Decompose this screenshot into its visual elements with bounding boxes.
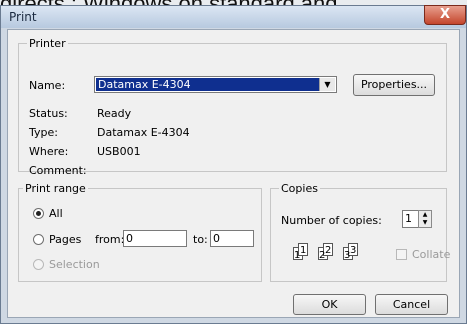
dialog-client-area: Printer Name: Datamax E-4304 ▼ Propertie… — [7, 29, 460, 318]
radio-selection[interactable] — [33, 259, 44, 270]
printer-name-select[interactable]: Datamax E-4304 ▼ — [94, 76, 337, 93]
properties-button[interactable]: Properties... — [353, 74, 435, 96]
printer-group: Printer Name: Datamax E-4304 ▼ Propertie… — [18, 37, 447, 177]
copies-spinner[interactable]: ▲ ▼ — [418, 210, 432, 228]
where-value: USB001 — [97, 145, 141, 158]
close-icon: X — [439, 7, 451, 22]
radio-all[interactable] — [33, 208, 44, 219]
ok-button[interactable]: OK — [293, 294, 366, 315]
where-label: Where: — [29, 145, 69, 158]
dialog-title: Print — [9, 10, 37, 24]
status-value: Ready — [97, 107, 132, 120]
title-bar: Print X — [1, 5, 466, 28]
collate-checkbox[interactable] — [396, 249, 407, 260]
to-input[interactable]: 0 — [210, 230, 254, 247]
type-label: Type: — [29, 126, 58, 139]
from-input[interactable]: 0 — [123, 230, 187, 247]
radio-selection-label[interactable]: Selection — [49, 258, 100, 271]
print-dialog: Print X Printer Name: Datamax E-4304 ▼ P… — [0, 5, 467, 324]
collate-label[interactable]: Collate — [412, 248, 450, 261]
from-label: from: — [95, 233, 125, 246]
to-label: to: — [193, 233, 208, 246]
spin-down-icon[interactable]: ▼ — [419, 219, 431, 227]
copies-group-label: Copies — [279, 182, 320, 195]
cancel-button[interactable]: Cancel — [375, 294, 448, 315]
spin-up-icon[interactable]: ▲ — [419, 211, 431, 219]
printer-group-label: Printer — [27, 37, 68, 50]
radio-pages-label[interactable]: Pages — [49, 233, 81, 246]
printer-name-value: Datamax E-4304 — [96, 78, 319, 91]
name-label: Name: — [29, 79, 66, 92]
status-label: Status: — [29, 107, 68, 120]
print-range-group-label: Print range — [23, 182, 88, 195]
comment-label: Comment: — [29, 164, 87, 177]
chevron-down-icon[interactable]: ▼ — [319, 78, 335, 91]
print-range-group: Print range All Pages from: 0 to: 0 Sele… — [18, 182, 262, 282]
number-of-copies-label: Number of copies: — [281, 214, 382, 227]
radio-all-label[interactable]: All — [49, 207, 63, 220]
copies-group: Copies Number of copies: 1 ▲ ▼ 1 1 2 2 3 — [270, 182, 450, 282]
close-button[interactable]: X — [424, 5, 466, 25]
radio-pages[interactable] — [33, 234, 44, 245]
type-value: Datamax E-4304 — [97, 126, 190, 139]
